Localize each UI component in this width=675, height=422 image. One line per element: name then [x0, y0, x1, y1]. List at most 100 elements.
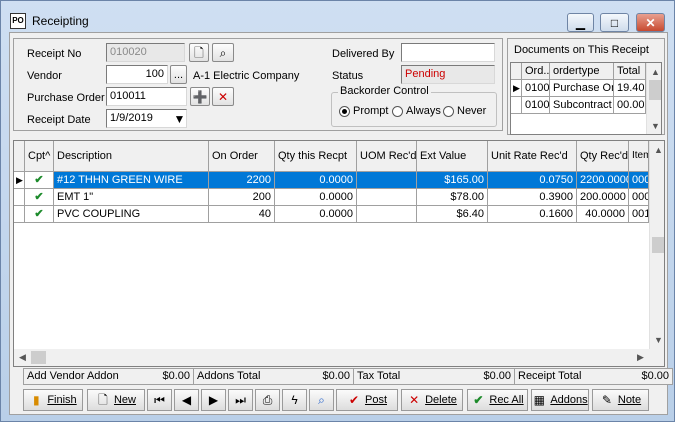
scroll-up-arrow-icon[interactable]: ▲ [650, 141, 664, 158]
delivered-by-label: Delivered By [332, 48, 395, 60]
item-row-selected[interactable]: ▶ ✔ #12 THHN GREEN WIRE 2200 0.0000 $165… [14, 172, 649, 189]
vendor-code-field[interactable]: 100 [106, 65, 168, 84]
receipt-total-value: $0.00 [641, 370, 669, 382]
scroll-right-arrow-icon[interactable]: ▶ [632, 349, 649, 366]
receive-all-label: Rec All [489, 394, 524, 406]
backorder-never-label: Never [457, 105, 487, 117]
next-record-icon: ▶ [208, 393, 219, 407]
scroll-left-arrow-icon[interactable]: ◀ [14, 349, 31, 366]
description-cell[interactable]: EMT 1" [54, 189, 209, 206]
purchase-order-field[interactable]: 010011 [106, 87, 187, 106]
receipt-no-label: Receipt No [27, 48, 82, 60]
scroll-down-arrow-icon[interactable]: ▼ [647, 117, 661, 134]
zoom-button[interactable]: ⌕ [309, 389, 334, 411]
header-on-order[interactable]: On Order [209, 141, 275, 172]
receipt-total-label: Receipt Total [518, 370, 582, 382]
receive-all-button[interactable]: ✔ Rec All [467, 389, 528, 411]
item-cell: 001 [629, 206, 649, 223]
documents-scroll-thumb[interactable] [649, 80, 661, 100]
vendor-browse-button[interactable]: ... [170, 65, 187, 84]
print-button[interactable]: ⎙ [255, 389, 280, 411]
backorder-prompt-label: Prompt [353, 105, 389, 117]
document-order: 01001 [522, 80, 550, 97]
addons-total-cell: Addons Total $0.00 [194, 369, 354, 384]
close-button[interactable]: ✕ [636, 13, 665, 32]
backorder-control-title: Backorder Control [338, 85, 431, 97]
uom-received-cell[interactable] [357, 189, 417, 206]
header-uom-received[interactable]: UOM Rec'd [357, 141, 417, 172]
description-cell[interactable]: #12 THHN GREEN WIRE [54, 172, 209, 189]
complete-checkbox[interactable]: ✔ [25, 172, 54, 189]
backorder-prompt-radio[interactable]: Prompt [339, 105, 388, 117]
lightning-button[interactable]: ϟ [282, 389, 307, 411]
document-ordertype: Subcontract [550, 97, 614, 114]
post-button[interactable]: ✔ Post [336, 389, 398, 411]
item-row[interactable]: ✔ PVC COUPLING 40 0.0000 $6.40 0.1600 40… [14, 206, 649, 223]
addons-total-label: Addons Total [197, 370, 261, 382]
document-row[interactable]: ▶ 01001 Purchase Order 19.40 [511, 80, 646, 97]
item-row[interactable]: ✔ EMT 1" 200 0.0000 $78.00 0.3900 200.00… [14, 189, 649, 206]
header-qty-this-receipt[interactable]: Qty this Recpt [275, 141, 357, 172]
add-purchase-order-button[interactable]: ➕ [190, 87, 210, 106]
minimize-button[interactable]: ▁ [567, 13, 594, 32]
complete-checkbox[interactable]: ✔ [25, 189, 54, 206]
binoculars-icon: ⌕ [219, 45, 227, 60]
date-dropdown-button[interactable]: ▼ [173, 111, 186, 126]
header-ext-value[interactable]: Ext Value [417, 141, 488, 172]
magnifier-icon: ⌕ [318, 393, 325, 407]
status-value: Pending [401, 65, 495, 84]
items-horizontal-scroll-thumb[interactable] [31, 351, 46, 364]
new-button[interactable]: 🗋 New [87, 389, 145, 411]
delete-label: Delete [425, 394, 457, 406]
status-label: Status [332, 70, 364, 82]
item-cell: 000 [629, 172, 649, 189]
header-qty-received[interactable]: Qty Rec'd [577, 141, 629, 172]
uom-received-cell[interactable] [357, 206, 417, 223]
scroll-down-arrow-icon[interactable]: ▼ [650, 331, 664, 348]
header-unit-rate-received[interactable]: Unit Rate Rec'd [488, 141, 577, 172]
receipt-no-field[interactable]: 010020 [106, 43, 185, 62]
delete-button[interactable]: ✕ Delete [401, 389, 463, 411]
purchase-order-label: Purchase Order [27, 92, 105, 104]
header-item[interactable]: Item Item [629, 141, 649, 172]
last-record-icon: ⏭ [235, 393, 246, 407]
new-receipt-document-button[interactable]: 🗋 [189, 43, 209, 62]
qty-this-receipt-cell[interactable]: 0.0000 [275, 172, 357, 189]
items-vertical-scrollbar[interactable]: ▲ ▼ [649, 141, 664, 349]
qty-this-receipt-cell[interactable]: 0.0000 [275, 189, 357, 206]
first-record-button[interactable]: ⏮ [147, 389, 172, 411]
header-cpt[interactable]: Cpt^ [25, 141, 54, 172]
document-row[interactable]: 01002 Subcontract 00.00 [511, 97, 646, 114]
maximize-button[interactable]: □ [600, 13, 629, 32]
addons-button[interactable]: ▦ Addons [531, 389, 589, 411]
documents-header-ord[interactable]: Ord... [522, 63, 550, 80]
finish-button[interactable]: ▮ Finish [23, 389, 83, 411]
unit-rate-received-cell[interactable]: 0.1600 [488, 206, 577, 223]
uom-received-cell[interactable] [357, 172, 417, 189]
on-order-cell: 40 [209, 206, 275, 223]
delivered-by-field[interactable] [401, 43, 495, 62]
search-button[interactable]: ⌕ [212, 43, 234, 62]
items-horizontal-scrollbar[interactable]: ◀ ▶ [14, 349, 664, 366]
documents-header-ordertype[interactable]: ordertype [550, 63, 614, 80]
qty-this-receipt-cell[interactable]: 0.0000 [275, 206, 357, 223]
header-description[interactable]: Description [54, 141, 209, 172]
next-record-button[interactable]: ▶ [201, 389, 226, 411]
documents-header-total[interactable]: Total [614, 63, 646, 80]
red-x-icon: ✕ [217, 89, 229, 104]
previous-record-button[interactable]: ◀ [174, 389, 199, 411]
unit-rate-received-cell[interactable]: 0.0750 [488, 172, 577, 189]
unit-rate-received-cell[interactable]: 0.3900 [488, 189, 577, 206]
items-vertical-scroll-thumb[interactable] [652, 237, 664, 253]
new-label: New [113, 394, 136, 406]
scroll-up-arrow-icon[interactable]: ▲ [647, 63, 661, 80]
complete-checkbox[interactable]: ✔ [25, 206, 54, 223]
backorder-never-radio[interactable]: Never [443, 105, 486, 117]
remove-purchase-order-button[interactable]: ✕ [212, 87, 234, 106]
documents-vertical-scrollbar[interactable]: ▲ ▼ [646, 63, 661, 134]
receipting-window: PO Receipting ▁ □ ✕ Receipt No 010020 🗋 … [0, 0, 675, 422]
description-cell[interactable]: PVC COUPLING [54, 206, 209, 223]
note-button[interactable]: ✎ Note [592, 389, 649, 411]
last-record-button[interactable]: ⏭ [228, 389, 253, 411]
backorder-always-radio[interactable]: Always [392, 105, 441, 117]
